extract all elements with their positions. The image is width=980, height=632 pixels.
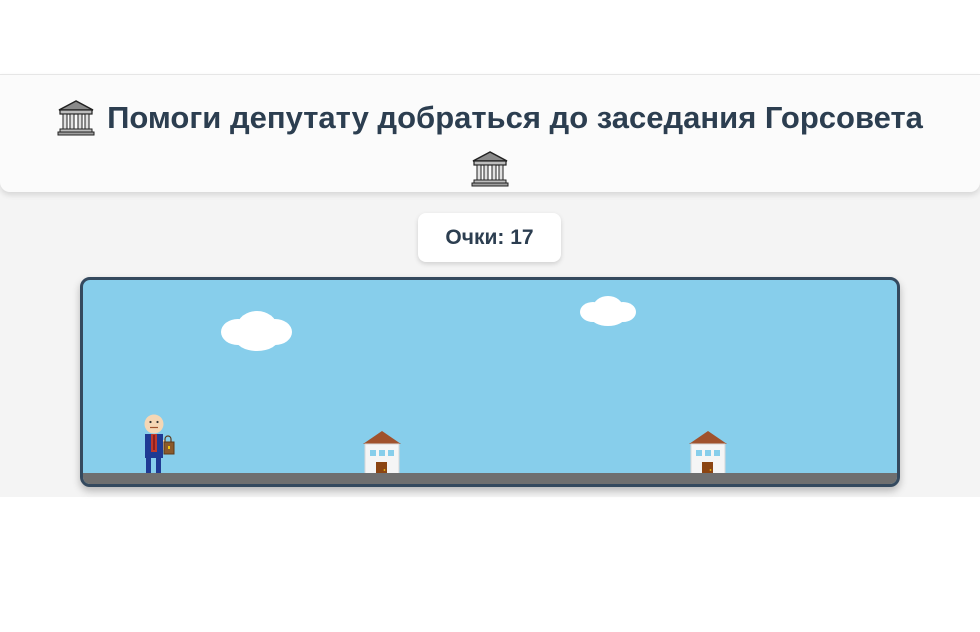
title-text: Помоги депутату добраться до заседания Г… xyxy=(107,100,923,135)
score-display: Очки: 17 xyxy=(418,213,561,262)
top-blank-area xyxy=(0,0,980,74)
score-text: Очки: 17 xyxy=(445,225,534,249)
cloud xyxy=(580,296,636,326)
classical-building-icon xyxy=(57,100,95,136)
ground xyxy=(83,473,897,484)
house-obstacle xyxy=(689,431,727,478)
page-header: Помоги депутату добраться до заседания Г… xyxy=(0,74,980,192)
classical-building-icon xyxy=(471,151,509,187)
game-canvas[interactable] xyxy=(80,277,900,487)
cloud xyxy=(221,311,292,351)
deputy-player-icon xyxy=(144,414,175,476)
page-title: Помоги депутату добраться до заседания Г… xyxy=(30,97,950,188)
house-obstacle xyxy=(363,431,401,478)
